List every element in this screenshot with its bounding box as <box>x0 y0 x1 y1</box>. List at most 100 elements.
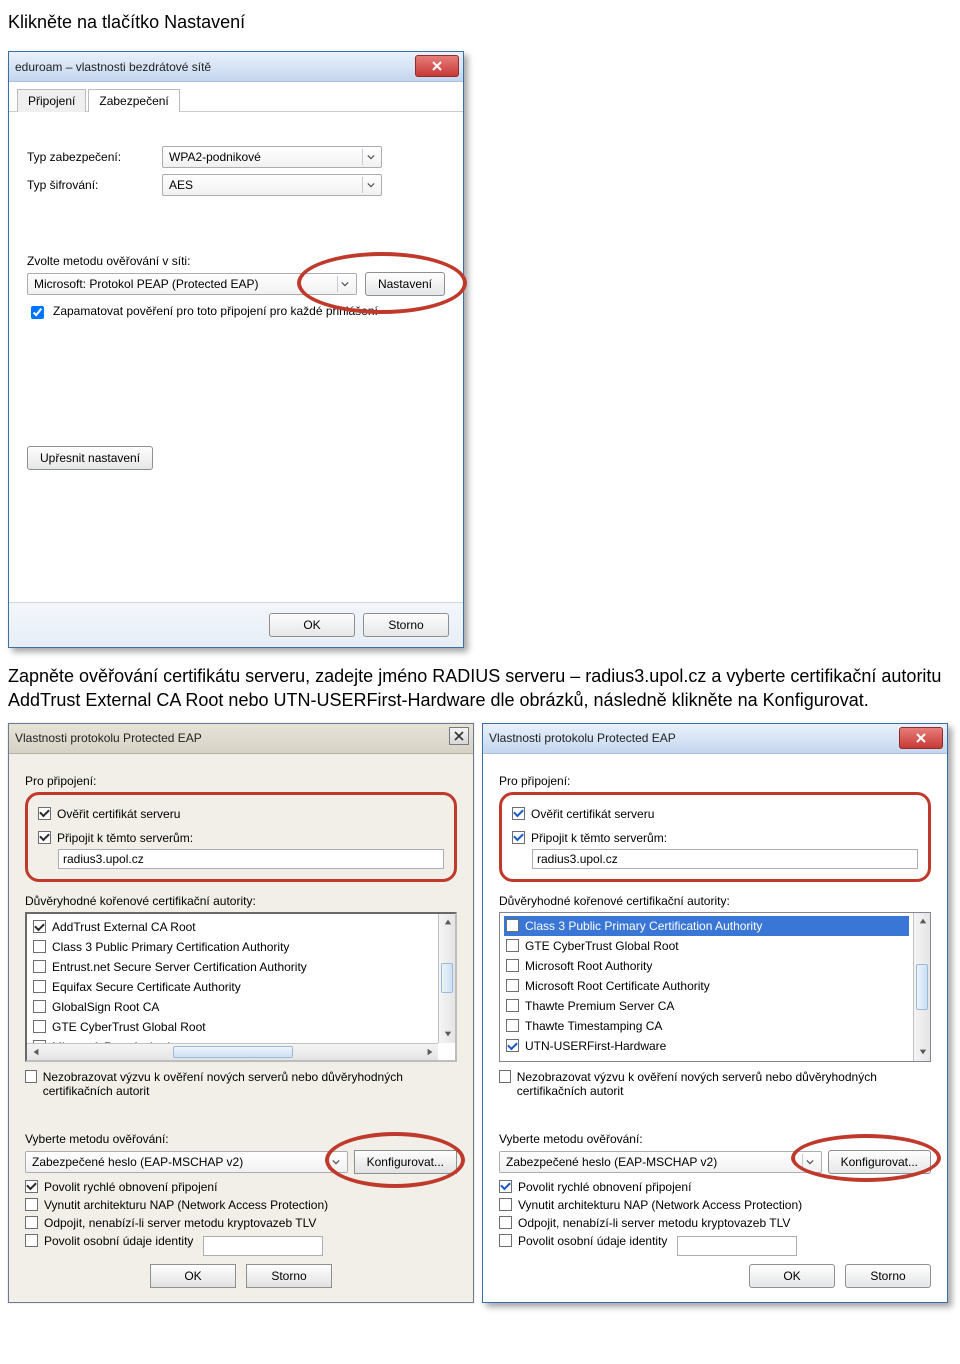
tab-connection[interactable]: Připojení <box>17 89 86 112</box>
trusted-cas-label: Důvěryhodné kořenové certifikační autori… <box>25 894 457 908</box>
connect-servers-label: Připojit k těmto serverům: <box>531 831 667 845</box>
scroll-right-icon[interactable] <box>421 1043 438 1060</box>
identity-input[interactable] <box>677 1236 797 1256</box>
remember-credentials-input[interactable] <box>31 306 44 319</box>
identity-input[interactable] <box>203 1236 323 1256</box>
cancel-button[interactable]: Storno <box>363 613 449 637</box>
dialog-eap-properties-modern: Vlastnosti protokolu Protected EAP Pro p… <box>482 723 948 1303</box>
cancel-button[interactable]: Storno <box>246 1264 332 1288</box>
configure-button[interactable]: Konfigurovat... <box>828 1150 931 1174</box>
for-connection-label: Pro připojení: <box>25 774 457 788</box>
titlebar: Vlastnosti protokolu Protected EAP <box>483 724 947 754</box>
ok-button[interactable]: OK <box>269 613 355 637</box>
encryption-select[interactable]: AES <box>162 174 382 196</box>
highlight-box: Ověřit certifikát serveru Připojit k těm… <box>499 792 931 882</box>
scroll-thumb[interactable] <box>173 1046 293 1058</box>
highlight-box: Ověřit certifikát serveru Připojit k těm… <box>25 792 457 882</box>
ca-list-item[interactable]: Microsoft Root Authority <box>504 956 909 976</box>
no-prompt-checkbox[interactable]: Nezobrazovat výzvu k ověření nových serv… <box>25 1070 457 1098</box>
checkbox-icon <box>506 999 519 1012</box>
ca-list-item[interactable]: Microsoft Root Certificate Authority <box>504 976 909 996</box>
ca-item-label: AddTrust External CA Root <box>52 920 196 934</box>
nap-checkbox[interactable]: Vynutit architekturu NAP (Network Access… <box>499 1198 931 1212</box>
ca-list-item[interactable]: Class 3 Public Primary Certification Aut… <box>31 937 434 957</box>
tlv-checkbox[interactable]: Odpojit, nenabízí-li server metodu krypt… <box>499 1216 931 1230</box>
close-icon[interactable] <box>899 727 943 749</box>
checkbox-icon <box>33 960 46 973</box>
configure-button[interactable]: Konfigurovat... <box>354 1150 457 1174</box>
ca-list-item[interactable]: AddTrust External CA Root <box>31 917 434 937</box>
doc-heading-1: Klikněte na tlačítko Nastavení <box>8 12 952 33</box>
tlv-label: Odpojit, nenabízí-li server metodu krypt… <box>518 1216 790 1230</box>
dialog-eap-properties-classic: Vlastnosti protokolu Protected EAP Pro p… <box>8 723 474 1303</box>
security-type-label: Typ zabezpečení: <box>27 150 162 164</box>
remember-credentials-label: Zapamatovat pověření pro toto připojení … <box>53 304 378 318</box>
auth-method-select[interactable]: Microsoft: Protokol PEAP (Protected EAP) <box>27 273 357 295</box>
chevron-down-icon <box>362 177 378 193</box>
ca-list-item[interactable]: GTE CyberTrust Global Root <box>31 1017 434 1037</box>
cancel-button[interactable]: Storno <box>845 1264 931 1288</box>
server-name-input[interactable] <box>58 849 444 869</box>
ca-list-item[interactable]: Thawte Premium Server CA <box>504 996 909 1016</box>
settings-button[interactable]: Nastavení <box>365 272 445 296</box>
fast-reconnect-checkbox[interactable]: Povolit rychlé obnovení připojení <box>25 1180 457 1194</box>
ca-list-item[interactable]: Class 3 Public Primary Certification Aut… <box>504 916 909 936</box>
close-icon[interactable] <box>415 55 459 77</box>
scrollbar-vertical[interactable] <box>438 914 455 1043</box>
ca-item-label: Class 3 Public Primary Certification Aut… <box>52 940 289 954</box>
advanced-settings-button[interactable]: Upřesnit nastavení <box>27 446 153 470</box>
connect-servers-checkbox[interactable]: Připojit k těmto serverům: <box>512 831 918 845</box>
scroll-thumb[interactable] <box>916 964 928 1010</box>
scroll-up-icon[interactable] <box>914 913 931 930</box>
verify-cert-checkbox[interactable]: Ověřit certifikát serveru <box>512 807 918 821</box>
checkbox-icon[interactable] <box>25 1234 38 1247</box>
checkbox-icon[interactable] <box>499 1234 512 1247</box>
no-prompt-checkbox[interactable]: Nezobrazovat výzvu k ověření nových serv… <box>499 1070 931 1098</box>
tlv-checkbox[interactable]: Odpojit, nenabízí-li server metodu krypt… <box>25 1216 457 1230</box>
checkbox-icon <box>499 1070 511 1083</box>
scrollbar-horizontal[interactable] <box>27 1043 438 1060</box>
window-title: eduroam – vlastnosti bezdrátové sítě <box>15 60 211 74</box>
close-icon[interactable] <box>449 727 469 745</box>
nap-label: Vynutit architekturu NAP (Network Access… <box>518 1198 802 1212</box>
ca-list-item[interactable]: UTN-USERFirst-Hardware <box>504 1036 909 1056</box>
scroll-down-icon[interactable] <box>439 1026 456 1043</box>
ca-item-label: GTE CyberTrust Global Root <box>52 1020 206 1034</box>
trusted-cas-listbox[interactable]: AddTrust External CA Root Class 3 Public … <box>25 912 457 1062</box>
ca-item-label: Thawte Premium Server CA <box>525 999 674 1013</box>
ca-item-label: Class 3 Public Primary Certification Aut… <box>525 919 762 933</box>
scrollbar-vertical[interactable] <box>913 913 930 1061</box>
ca-list-item[interactable]: GTE CyberTrust Global Root <box>504 936 909 956</box>
auth-method-select[interactable]: Zabezpečené heslo (EAP-MSCHAP v2) <box>499 1151 822 1173</box>
remember-credentials-checkbox[interactable]: Zapamatovat pověření pro toto připojení … <box>27 304 445 322</box>
fast-reconnect-checkbox[interactable]: Povolit rychlé obnovení připojení <box>499 1180 931 1194</box>
ca-item-label: Thawte Timestamping CA <box>525 1019 662 1033</box>
connect-servers-checkbox[interactable]: Připojit k těmto serverům: <box>38 831 444 845</box>
nap-checkbox[interactable]: Vynutit architekturu NAP (Network Access… <box>25 1198 457 1212</box>
ca-list-item[interactable]: Entrust.net Secure Server Certification … <box>31 957 434 977</box>
checkbox-icon <box>506 959 519 972</box>
auth-method-select[interactable]: Zabezpečené heslo (EAP-MSCHAP v2) <box>25 1151 348 1173</box>
checkbox-icon <box>499 1198 512 1211</box>
trusted-cas-listbox[interactable]: Class 3 Public Primary Certification Aut… <box>499 912 931 1062</box>
scroll-thumb[interactable] <box>441 963 453 993</box>
checkbox-icon <box>25 1180 38 1193</box>
checkbox-icon <box>506 1019 519 1032</box>
scroll-down-icon[interactable] <box>914 1044 931 1061</box>
identity-row: Povolit osobní údaje identity <box>499 1234 931 1256</box>
tab-security[interactable]: Zabezpečení <box>88 89 179 112</box>
ok-button[interactable]: OK <box>749 1264 835 1288</box>
checkbox-icon <box>33 940 46 953</box>
ca-list-item[interactable]: Equifax Secure Certificate Authority <box>31 977 434 997</box>
scroll-left-icon[interactable] <box>27 1043 44 1060</box>
ca-item-label: GTE CyberTrust Global Root <box>525 939 679 953</box>
scroll-up-icon[interactable] <box>439 914 456 931</box>
for-connection-label: Pro připojení: <box>499 774 931 788</box>
server-name-input[interactable] <box>532 849 918 869</box>
ca-list-item[interactable]: Thawte Timestamping CA <box>504 1016 909 1036</box>
fast-reconnect-label: Povolit rychlé obnovení připojení <box>518 1180 691 1194</box>
ok-button[interactable]: OK <box>150 1264 236 1288</box>
verify-cert-checkbox[interactable]: Ověřit certifikát serveru <box>38 807 444 821</box>
ca-list-item[interactable]: GlobalSign Root CA <box>31 997 434 1017</box>
security-type-select[interactable]: WPA2-podnikové <box>162 146 382 168</box>
